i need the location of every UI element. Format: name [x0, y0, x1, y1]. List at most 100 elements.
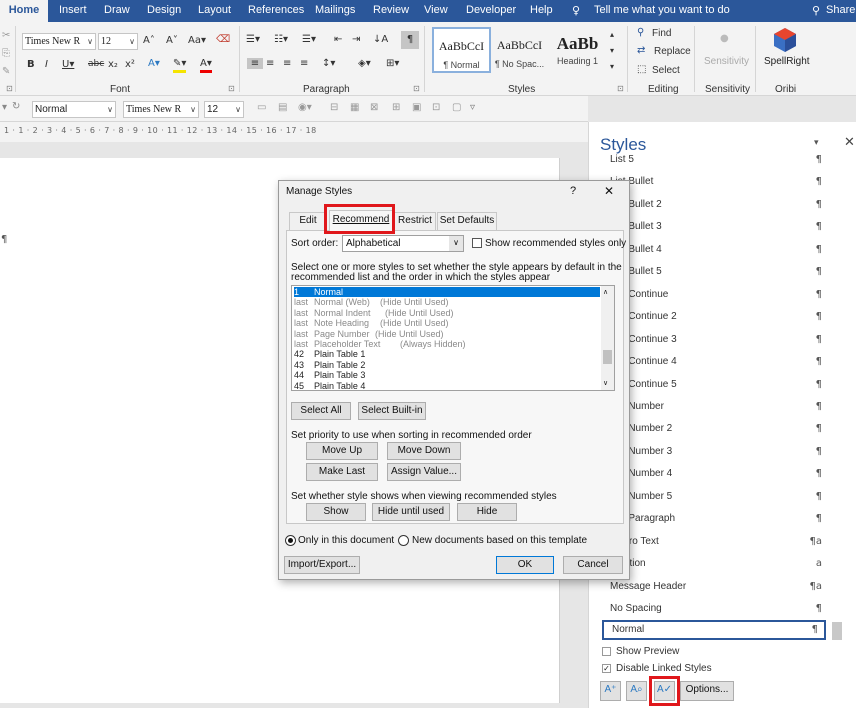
tab-layout[interactable]: Layout — [198, 0, 231, 22]
grow-font-icon[interactable]: A˄ — [143, 35, 155, 46]
style-list-item[interactable]: List Continue 4 ¶ — [600, 351, 828, 373]
tab-review[interactable]: Review — [373, 0, 409, 22]
style-inspector-icon[interactable]: A⌕ — [626, 681, 647, 701]
style-list-item[interactable]: List Continue 2 ¶ — [600, 306, 828, 328]
align-right-icon[interactable]: ≡ — [283, 58, 291, 69]
hide-button[interactable]: Hide — [457, 503, 517, 521]
align-center-icon[interactable]: ≡ — [266, 58, 274, 69]
style-listbox-item[interactable]: 43 Plain Table 2 — [294, 360, 600, 370]
select-all-button[interactable]: Select All — [291, 402, 351, 420]
sort-icon[interactable]: ↓A — [373, 34, 388, 45]
close-icon[interactable]: ✕ — [844, 135, 855, 150]
bullets-icon[interactable]: ☰▾ — [246, 34, 260, 45]
format-painter-icon[interactable]: ✎ — [2, 66, 10, 77]
style-list-item[interactable]: List Bullet ¶ — [600, 171, 828, 193]
qat-icon-3[interactable]: ◉▾ — [298, 102, 312, 113]
sensitivity-button[interactable]: Sensitivity — [704, 56, 749, 67]
help-button[interactable]: ? — [570, 185, 576, 197]
listbox-scrollbar[interactable] — [601, 286, 614, 390]
change-case-icon[interactable]: Aa▾ — [188, 35, 206, 46]
move-down-button[interactable]: Move Down — [387, 442, 461, 460]
replace-button[interactable]: Replace — [654, 46, 691, 57]
scroll-up-icon[interactable]: ∧ — [603, 288, 608, 296]
move-up-button[interactable]: Move Up — [306, 442, 378, 460]
dialog-launcher-icon[interactable]: ⊡ — [413, 84, 420, 93]
qat-font-combo[interactable]: Times New R ∨ — [123, 101, 199, 118]
style-list-item[interactable]: List Bullet 2 ¶ — [600, 194, 828, 216]
clear-formatting-icon[interactable]: ⌫ — [216, 34, 230, 45]
show-button[interactable]: Show — [306, 503, 366, 521]
disable-linked-checkbox[interactable]: ✓ — [602, 664, 611, 673]
scroll-thumb[interactable] — [603, 350, 612, 364]
style-list-item[interactable]: List 5 ¶ — [600, 149, 828, 171]
tab-design[interactable]: Design — [147, 0, 181, 22]
qat-icon-5[interactable]: ▦ — [350, 102, 359, 113]
tab-insert[interactable]: Insert — [59, 0, 87, 22]
font-name-combo[interactable]: Times New R ∨ — [22, 33, 96, 50]
style-list-item[interactable]: List Continue 5 ¶ — [600, 374, 828, 396]
style-listbox-item[interactable]: last Placeholder Text (Always Hidden) — [294, 339, 600, 349]
qat-icon-8[interactable]: ▣ — [412, 102, 421, 113]
tab-view[interactable]: View — [424, 0, 448, 22]
style-gallery-no-spacing[interactable]: AaBbCcI ¶ No Spac... — [490, 27, 549, 73]
qat-icon-7[interactable]: ⊞ — [392, 102, 400, 113]
style-listbox-item[interactable]: 42 Plain Table 1 — [294, 349, 600, 359]
style-listbox-item[interactable]: 1 Normal — [294, 287, 600, 298]
font-size-combo[interactable]: 12 ∨ — [98, 33, 138, 50]
qat-size-combo[interactable]: 12 ∨ — [204, 101, 244, 118]
dialog-close-button[interactable]: ✕ — [604, 184, 614, 198]
text-effects-icon[interactable]: A▾ — [148, 58, 160, 69]
find-button[interactable]: Find — [652, 28, 671, 39]
style-list-item[interactable]: List Number 4 ¶ — [600, 463, 828, 485]
justify-icon[interactable]: ≡ — [300, 58, 308, 69]
new-style-icon[interactable]: A⁺ — [600, 681, 621, 701]
style-list-item[interactable]: List Continue ¶ — [600, 284, 828, 306]
repeat-icon[interactable]: ↻ — [12, 101, 20, 112]
style-listbox-item[interactable]: 45 Plain Table 4 — [294, 381, 600, 390]
qat-icon-10[interactable]: ▢ — [452, 102, 461, 113]
underline-icon[interactable]: U▾ — [62, 59, 74, 70]
spellright-button[interactable]: SpellRight — [764, 56, 810, 67]
strikethrough-icon[interactable]: abc — [88, 59, 104, 69]
style-list-item[interactable]: List Number 2 ¶ — [600, 418, 828, 440]
style-list-item[interactable]: Normal ¶ — [602, 620, 826, 640]
make-last-button[interactable]: Make Last — [306, 463, 378, 481]
style-list-item[interactable]: Mentiona — [600, 553, 828, 575]
hide-until-used-button[interactable]: Hide until used — [372, 503, 450, 521]
scrollbar-thumb[interactable] — [832, 622, 842, 640]
align-left-icon[interactable]: ≡ — [247, 58, 263, 69]
redo-icon[interactable]: ▾ — [2, 102, 7, 113]
tab-edit[interactable]: Edit — [289, 212, 327, 230]
show-recommended-checkbox[interactable] — [472, 238, 482, 248]
select-builtin-button[interactable]: Select Built-in — [358, 402, 426, 420]
gallery-scroll-down-icon[interactable]: ▾ — [610, 46, 614, 55]
cut-icon[interactable]: ✂ — [2, 30, 10, 41]
tab-mailings[interactable]: Mailings — [315, 0, 355, 22]
qat-icon-6[interactable]: ⊠ — [370, 102, 378, 113]
style-listbox-item[interactable]: 44 Plain Table 3 — [294, 370, 600, 380]
style-listbox-item[interactable]: last Page Number (Hide Until Used) — [294, 329, 600, 339]
tab-help[interactable]: Help — [530, 0, 553, 22]
style-list-item[interactable]: List Continue 3 ¶ — [600, 329, 828, 351]
customize-qat-icon[interactable]: ▿ — [470, 102, 475, 113]
select-button[interactable]: Select — [652, 65, 680, 76]
line-spacing-icon[interactable]: ↕▾ — [322, 58, 335, 69]
style-listbox-item[interactable]: last Normal (Web) (Hide Until Used) — [294, 297, 600, 307]
cancel-button[interactable]: Cancel — [563, 556, 623, 574]
qat-icon-1[interactable]: ▭ — [257, 102, 266, 113]
dialog-launcher-icon[interactable]: ⊡ — [6, 84, 13, 93]
import-export-button[interactable]: Import/Export... — [284, 556, 360, 574]
assign-value-button[interactable]: Assign Value... — [387, 463, 461, 481]
bold-icon[interactable]: B — [27, 59, 35, 70]
style-list-item[interactable]: List Number 5 ¶ — [600, 486, 828, 508]
qat-icon-9[interactable]: ⊡ — [432, 102, 440, 113]
style-list-item[interactable]: Macro Text ¶a — [600, 531, 828, 553]
superscript-icon[interactable]: x² — [125, 59, 135, 70]
tab-developer[interactable]: Developer — [466, 0, 516, 22]
style-list-item[interactable]: List Bullet 5 ¶ — [600, 261, 828, 283]
tab-home[interactable]: Home — [0, 0, 48, 22]
scroll-down-icon[interactable]: ∨ — [603, 379, 608, 387]
increase-indent-icon[interactable]: ⇥ — [352, 34, 360, 45]
style-list-item[interactable]: List Bullet 4 ¶ — [600, 239, 828, 261]
only-this-document-radio[interactable] — [285, 535, 296, 546]
